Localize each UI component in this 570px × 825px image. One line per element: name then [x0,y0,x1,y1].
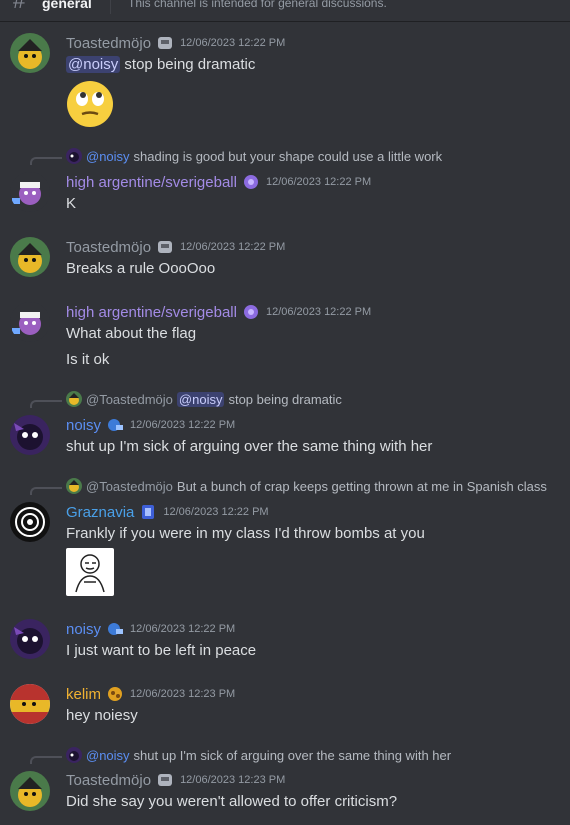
username[interactable]: kelim [66,686,101,703]
reply-text: stop being dramatic [228,391,342,407]
header-divider [110,0,111,14]
username[interactable]: high argentine/sverigeball [66,304,237,321]
reply-avatar [66,478,82,494]
timestamp[interactable]: 12/06/2023 12:22 PM [266,176,371,188]
timestamp[interactable]: 12/06/2023 12:22 PM [130,419,235,431]
timestamp[interactable]: 12/06/2023 12:22 PM [180,37,285,49]
meme-face-image[interactable] [66,548,114,596]
username[interactable]: high argentine/sverigeball [66,174,237,191]
role-icon [156,238,174,256]
user-mention[interactable]: @noisy [176,391,225,407]
reply-preview[interactable]: @noisy shut up I'm sick of arguing over … [66,747,451,763]
channel-name[interactable]: general [42,0,92,11]
reply-spine [30,756,62,764]
reply-avatar [66,391,82,407]
message-text: stop being dramatic [124,56,256,73]
reply-text: shading is good but your shape could use… [133,148,443,164]
timestamp[interactable]: 12/06/2023 12:22 PM [266,306,371,318]
reply-preview[interactable]: @noisy shading is good but your shape co… [66,148,442,164]
reply-preview[interactable]: @Toastedmöjo But a bunch of crap keeps g… [66,478,547,494]
reply-text: shut up I'm sick of arguing over the sam… [133,747,452,763]
message-text: K [66,195,77,212]
channel-hash-icon: # [13,0,26,13]
username[interactable]: noisy [66,417,101,434]
username[interactable]: Toastedmöjo [66,35,151,52]
avatar-argentine[interactable] [10,302,50,342]
reply-author[interactable]: @Toastedmöjo [86,479,173,494]
message-text: I just want to be left in peace [66,642,257,659]
username[interactable]: noisy [66,621,101,638]
avatar-argentine[interactable] [10,172,50,212]
role-icon [242,303,260,321]
message-text: What about the flag [66,325,197,342]
timestamp[interactable]: 12/06/2023 12:22 PM [180,241,285,253]
channel-header: # general This channel is intended for g… [0,0,570,22]
message-text: hey noiesy [66,707,138,724]
role-icon [156,771,174,789]
face-with-rolling-eyes-emoji[interactable] [66,80,114,128]
message-text: Did she say you weren't allowed to offer… [66,793,398,810]
reply-spine [30,487,62,495]
role-icon [139,503,157,521]
role-icon [106,416,124,434]
avatar-toasted[interactable] [10,237,50,277]
avatar-toasted[interactable] [10,771,50,811]
reply-author[interactable]: @noisy [86,149,130,164]
reply-avatar [66,747,82,763]
reply-text: But a bunch of crap keeps getting thrown… [176,478,547,494]
timestamp[interactable]: 12/06/2023 12:23 PM [130,688,235,700]
avatar-noisy[interactable] [10,619,50,659]
message-text: Is it ok [66,351,110,368]
reply-avatar [66,148,82,164]
message-text: Breaks a rule OooOoo [66,260,216,277]
reply-author[interactable]: @Toastedmöjo [86,392,173,407]
reply-spine [30,400,62,408]
message-text: Frankly if you were in my class I'd thro… [66,525,425,542]
avatar-kelim[interactable] [10,684,50,724]
username[interactable]: Toastedmöjo [66,239,151,256]
user-mention[interactable]: @noisy [66,56,121,73]
avatar-graznavia[interactable] [10,502,50,542]
avatar-toasted[interactable] [10,33,50,73]
role-icon [156,34,174,52]
username[interactable]: Toastedmöjo [66,772,151,789]
role-icon [242,173,260,191]
avatar-noisy[interactable] [10,415,50,455]
message-text: shut up I'm sick of arguing over the sam… [66,438,433,455]
reply-spine [30,157,62,165]
timestamp[interactable]: 12/06/2023 12:22 PM [130,623,235,635]
timestamp[interactable]: 12/06/2023 12:23 PM [180,774,285,786]
username[interactable]: Graznavia [66,504,134,521]
role-icon [106,620,124,638]
timestamp[interactable]: 12/06/2023 12:22 PM [163,506,268,518]
role-icon [106,685,124,703]
reply-author[interactable]: @noisy [86,748,130,763]
reply-preview[interactable]: @Toastedmöjo @noisy stop being dramatic [66,391,342,407]
channel-topic: This channel is intended for general dis… [128,0,387,10]
